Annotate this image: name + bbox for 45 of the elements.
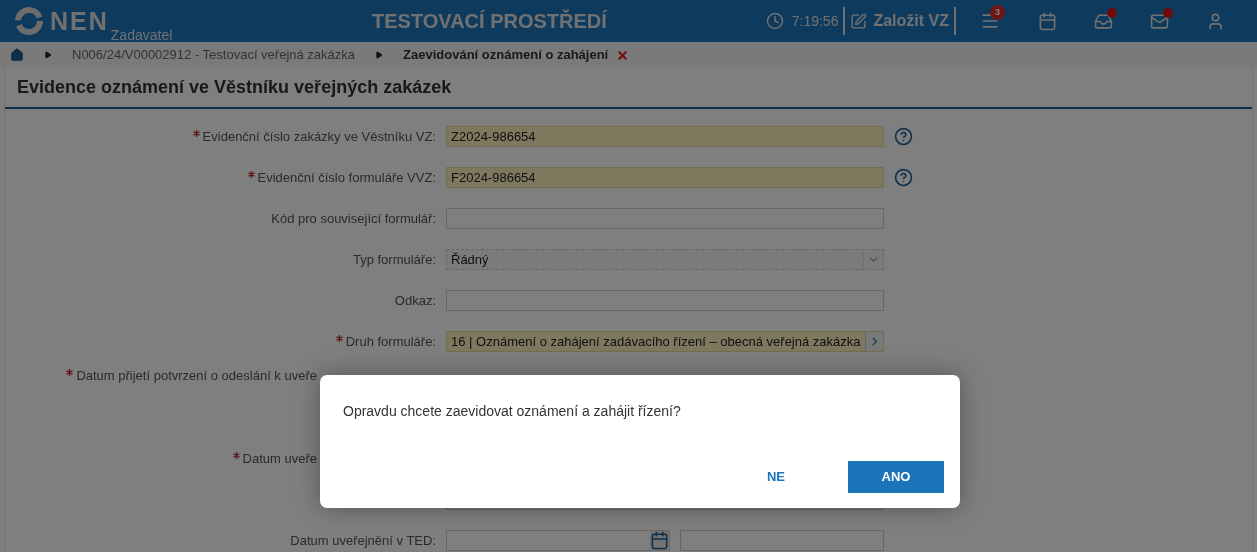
inbox-icon — [1093, 11, 1113, 31]
field-label: Evidenční číslo formuláře VVZ: — [257, 168, 436, 187]
field-label: Evidenční číslo zakázky ve Věstníku VZ: — [202, 127, 436, 146]
caret-icon — [44, 51, 52, 59]
edit-icon — [850, 12, 868, 30]
dialog-button[interactable]: ANO — [848, 461, 944, 493]
input-field[interactable]: Z2024-986654 — [446, 126, 884, 147]
breadcrumb-item[interactable]: Zaevidování oznámení o zahájení — [403, 45, 609, 65]
field-label: Datum uveře — [242, 449, 317, 468]
calendar-icon — [1037, 11, 1057, 31]
help-icon[interactable] — [894, 168, 913, 187]
field-label: Typ formuláře: — [352, 250, 436, 269]
chevron-right-icon[interactable] — [864, 332, 883, 351]
page-title: Evidence oznámení ve Věstníku veřejných zakázek — [17, 76, 452, 99]
create-button[interactable]: Založit VZ — [850, 9, 949, 33]
field-label: Druh formuláře: — [345, 332, 436, 351]
picker-field[interactable]: 16 | Oznámení o zahájení zadávacího řízení – obecná veřejná zakázka — [446, 331, 884, 352]
dialog-message: Opravdu chcete zaevidovat oznámení a zahájit řízení? — [343, 402, 681, 421]
tasks-button[interactable]: 3 — [961, 0, 1019, 42]
count-badge: 3 — [990, 5, 1005, 20]
field-label: Kód pro související formulář: — [271, 209, 436, 228]
help-icon[interactable] — [894, 127, 913, 146]
calendar-icon[interactable] — [650, 531, 669, 550]
environment-title: TESTOVACÍ PROSTŘEDÍ — [372, 8, 607, 34]
date-field[interactable] — [446, 530, 670, 551]
input-field[interactable]: F2024-986654 — [446, 167, 884, 188]
clock-icon — [765, 12, 784, 30]
input-field[interactable] — [446, 290, 884, 311]
input-field[interactable] — [446, 208, 884, 229]
breadcrumb-item[interactable]: N006/24/V00002912 - Testovací veřejná zakázka — [72, 45, 356, 65]
field-label: Odkaz: — [394, 291, 436, 310]
field-label: Datum přijetí potvrzení o odeslání k uveře — [76, 367, 317, 385]
time-text: 7:19:56 — [791, 11, 839, 31]
logo-subtitle: Zadavatel — [110, 28, 173, 42]
home-icon[interactable] — [10, 48, 24, 62]
menu-icon — [980, 11, 1000, 31]
logo-icon — [14, 6, 44, 36]
mail-icon — [1149, 11, 1169, 31]
logo-text: NEN — [50, 6, 109, 36]
dialog-button[interactable]: NE — [728, 461, 824, 493]
input-field[interactable] — [680, 530, 884, 551]
close-icon[interactable] — [616, 48, 630, 62]
select-field[interactable]: Řádný — [446, 249, 884, 270]
field-label: Datum uveřejnění v TED: — [290, 531, 436, 550]
caret-icon — [375, 51, 384, 59]
